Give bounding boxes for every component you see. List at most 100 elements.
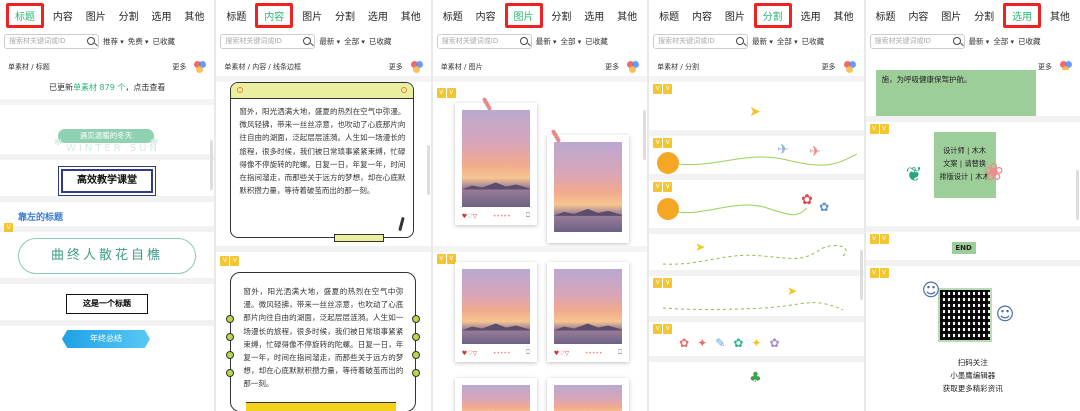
tab-divider[interactable]: 分割 <box>115 5 143 26</box>
search-input[interactable]: 搜索材关键词或ID <box>869 33 965 49</box>
title-sample-2[interactable]: 高效教学课堂 <box>0 160 215 202</box>
qr-code-icon[interactable] <box>937 288 992 342</box>
selected-sample-2[interactable]: VV 设计师 | 木木 文案 | 请替换 排版设计 | 木木 ❦ ❀ <box>865 122 1080 232</box>
tab-selected[interactable]: 选用 <box>148 5 176 26</box>
tab-other[interactable]: 其他 <box>830 5 858 26</box>
tab-selected[interactable]: 选用 <box>364 5 392 26</box>
favorites-link[interactable]: 已收藏 <box>585 36 608 47</box>
title-sample-3[interactable]: 靠左的标题 V <box>0 202 215 233</box>
tab-other[interactable]: 其他 <box>180 5 208 26</box>
search-icon[interactable] <box>87 36 95 45</box>
photo-card[interactable]: ♥♡▽ ••••• ⎕ <box>454 103 537 225</box>
more-link[interactable]: 更多 <box>172 62 186 72</box>
scrollbar[interactable] <box>426 145 430 195</box>
tab-selected[interactable]: 选用 <box>1003 2 1042 28</box>
tab-content[interactable]: 内容 <box>255 2 294 28</box>
favorites-link[interactable]: 已收藏 <box>153 36 176 47</box>
tab-divider[interactable]: 分割 <box>331 5 359 26</box>
favorites-link[interactable]: 已收藏 <box>369 36 392 47</box>
tab-content[interactable]: 内容 <box>904 5 932 26</box>
selected-sample-1[interactable]: 施，为呼吸健康保驾护航。 <box>865 70 1080 122</box>
color-palette-icon[interactable] <box>410 61 423 73</box>
tab-divider[interactable]: 分割 <box>547 5 575 26</box>
scrollbar[interactable] <box>210 140 214 190</box>
sort-select[interactable]: 最新 <box>752 36 773 47</box>
like-icon[interactable]: ♥♡▽ <box>462 350 477 357</box>
tab-image[interactable]: 图片 <box>82 5 110 26</box>
tab-title[interactable]: 标题 <box>655 5 683 26</box>
tab-title[interactable]: 标题 <box>6 2 44 28</box>
search-input[interactable]: 搜索材关键词或ID <box>4 33 99 49</box>
tab-other[interactable]: 其他 <box>613 5 641 26</box>
content-sample-2[interactable]: VV 窗外，阳光洒满大地，盛夏的热烈在空气中弥漫。微风轻拂，带来一丝丝凉意，也吹… <box>216 252 431 411</box>
tab-content[interactable]: 内容 <box>688 5 716 26</box>
divider-sample-6[interactable]: VV ✿✦✎✿✦✿ <box>649 322 864 362</box>
more-link[interactable]: 更多 <box>605 62 619 72</box>
tab-image[interactable]: 图片 <box>937 5 965 26</box>
content-sample-1[interactable]: 窗外，阳光洒满大地，盛夏的热烈在空气中弥漫。微风轻拂，带来一丝丝凉意，也吹动了心… <box>216 82 431 252</box>
tab-other[interactable]: 其他 <box>1046 5 1074 26</box>
more-link[interactable]: 更多 <box>389 62 403 72</box>
title-sample-6[interactable]: 年终总结 <box>0 326 215 366</box>
search-input[interactable]: 搜索材关键词或ID <box>220 33 316 49</box>
search-icon[interactable] <box>519 36 528 45</box>
more-link[interactable]: 更多 <box>822 62 836 72</box>
scrollbar[interactable] <box>643 110 647 160</box>
tab-image[interactable]: 图片 <box>721 5 749 26</box>
tab-selected[interactable]: 选用 <box>797 5 825 26</box>
search-icon[interactable] <box>303 36 312 45</box>
divider-sample-5[interactable]: VV ➤ <box>649 276 864 322</box>
favorites-link[interactable]: 已收藏 <box>802 36 825 47</box>
category-select[interactable]: 全部 <box>777 36 798 47</box>
tab-selected[interactable]: 选用 <box>580 5 608 26</box>
favorites-link[interactable]: 已收藏 <box>1018 36 1041 47</box>
tab-content[interactable]: 内容 <box>472 5 500 26</box>
sort-select[interactable]: 推荐 <box>103 36 124 47</box>
sort-select[interactable]: 最新 <box>536 36 557 47</box>
tab-divider[interactable]: 分割 <box>970 5 998 26</box>
tab-other[interactable]: 其他 <box>397 5 425 26</box>
like-icon[interactable]: ♥♡▽ <box>554 350 569 357</box>
search-input[interactable]: 搜索材关键词或ID <box>436 33 532 49</box>
category-select[interactable]: 全部 <box>993 36 1014 47</box>
photo-card[interactable]: ♥♡▽ ••••• ⎕ <box>454 262 537 362</box>
bookmark-icon[interactable]: ⎕ <box>526 349 530 357</box>
photo-card[interactable] <box>546 135 629 243</box>
title-sample-4[interactable]: 曲终人散花自樵 <box>0 232 215 284</box>
tab-title[interactable]: 标题 <box>872 5 900 26</box>
category-select[interactable]: 全部 <box>561 36 582 47</box>
photo-card[interactable]: ♥♡▽ ••••• ⎕ <box>546 262 629 362</box>
color-palette-icon[interactable] <box>627 61 640 73</box>
category-select[interactable]: 全部 <box>344 36 365 47</box>
search-icon[interactable] <box>736 36 745 45</box>
tab-image[interactable]: 图片 <box>298 5 326 26</box>
title-sample-5[interactable]: 这是一个标题 <box>0 284 215 326</box>
search-icon[interactable] <box>952 36 961 45</box>
sort-select[interactable]: 最新 <box>969 36 990 47</box>
divider-sample-3[interactable]: VV ✿ ✿ <box>649 180 864 234</box>
bookmark-icon[interactable]: ⎕ <box>526 212 530 220</box>
color-palette-icon[interactable] <box>194 61 207 73</box>
tab-title[interactable]: 标题 <box>222 5 250 26</box>
sort-select[interactable]: 最新 <box>319 36 340 47</box>
bookmark-icon[interactable]: ⎕ <box>618 349 622 357</box>
divider-sample-7[interactable]: ♣ <box>649 362 864 392</box>
like-icon[interactable]: ♥♡▽ <box>462 213 477 220</box>
scrollbar[interactable] <box>859 250 863 300</box>
update-notice[interactable]: 已更新单素材 879 个，点击查看 <box>0 76 214 99</box>
title-sample-1[interactable]: 遇见温暖的冬天 WINTER SUN ✻ ✻ <box>0 105 215 160</box>
tab-content[interactable]: 内容 <box>49 5 77 26</box>
divider-sample-2[interactable]: VV ✈ ✈ <box>649 136 864 180</box>
price-select[interactable]: 免费 <box>128 36 149 47</box>
divider-sample-4[interactable]: ➤ <box>649 234 864 276</box>
scrollbar[interactable] <box>1075 170 1079 220</box>
selected-sample-4[interactable]: VV ☺ ☺ 扫码关注 小墨鹰编辑器 获取更多精彩资讯 <box>865 266 1080 411</box>
tab-title[interactable]: 标题 <box>439 5 467 26</box>
divider-sample-1[interactable]: VV ➤ <box>649 82 864 136</box>
tab-divider[interactable]: 分割 <box>753 2 792 28</box>
search-input[interactable]: 搜索材关键词或ID <box>653 33 749 49</box>
tab-image[interactable]: 图片 <box>504 2 543 28</box>
selected-sample-3[interactable]: VV END <box>865 232 1080 266</box>
color-palette-icon[interactable] <box>843 61 856 73</box>
photo-card[interactable] <box>546 378 629 411</box>
